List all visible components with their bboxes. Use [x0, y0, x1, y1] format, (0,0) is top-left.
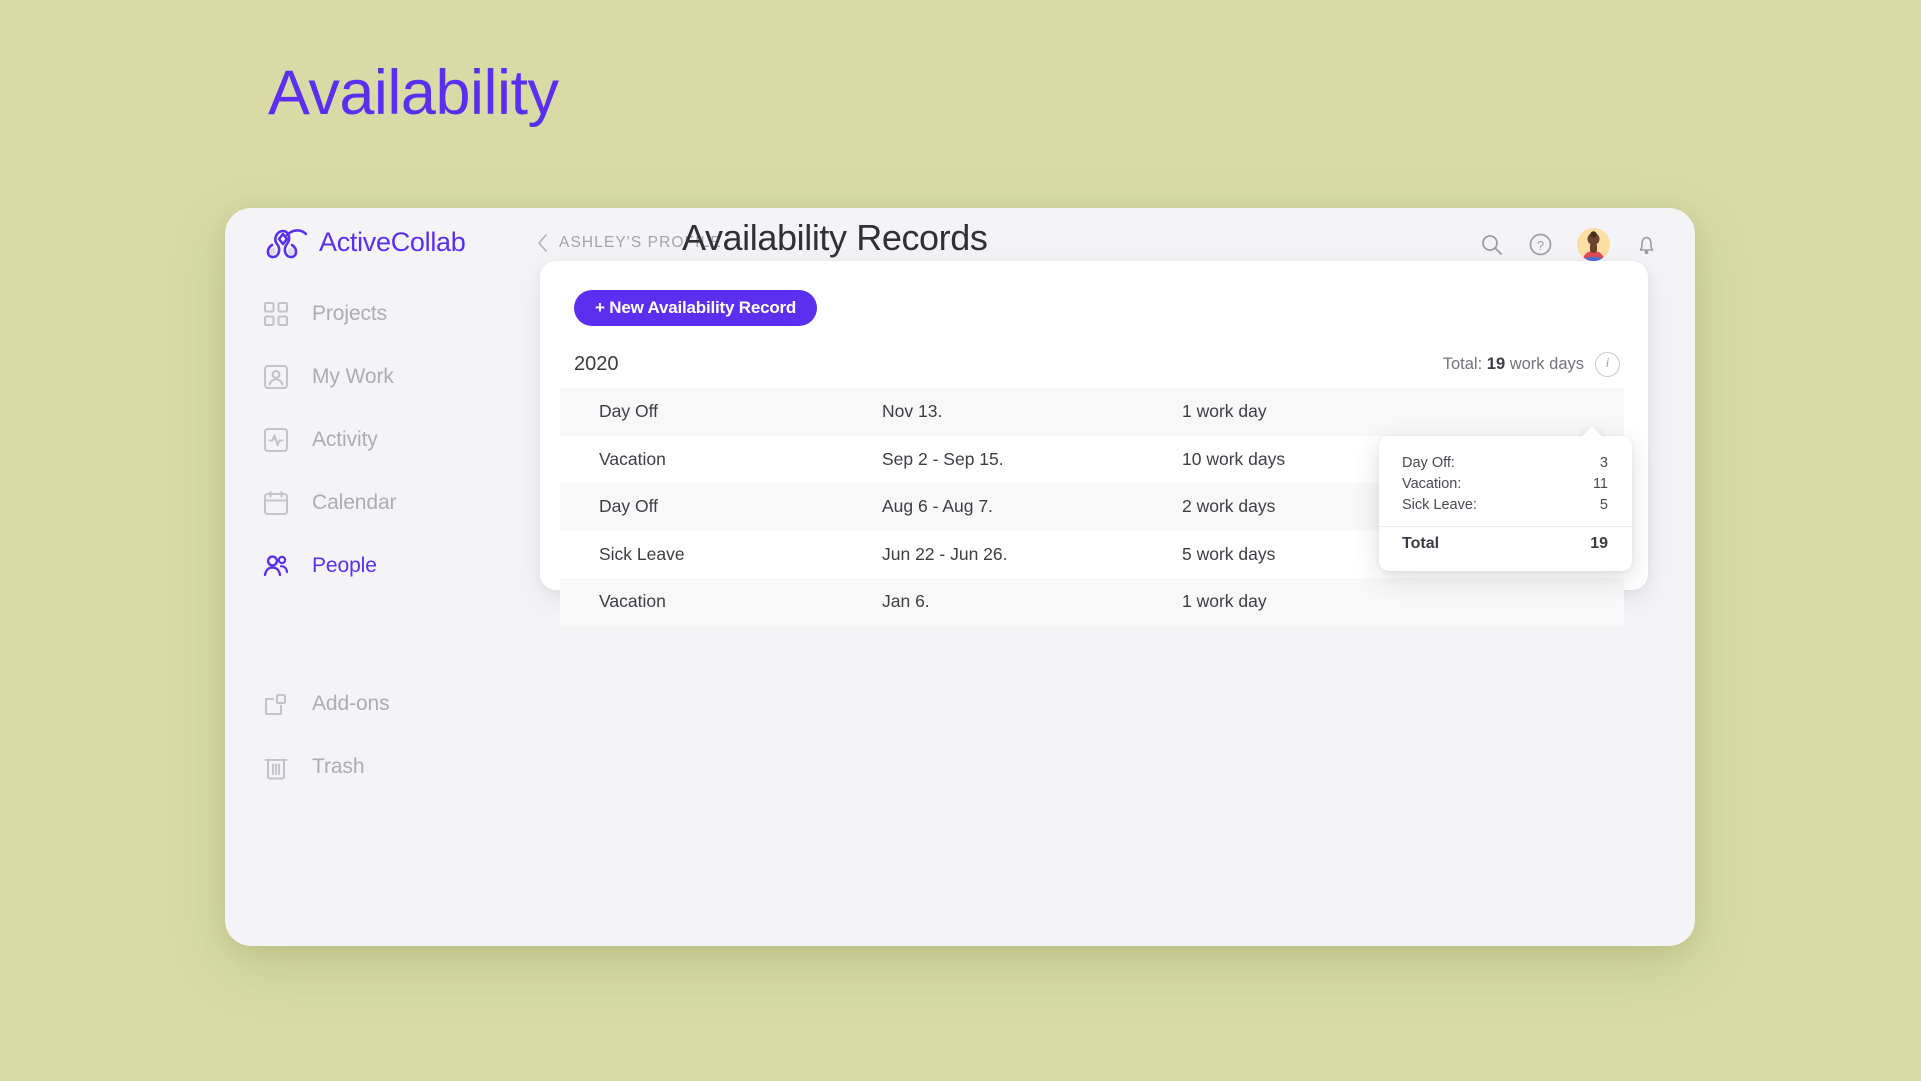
record-dates: Sep 2 - Sep 15.: [882, 449, 1182, 470]
notifications-bell-icon[interactable]: [1634, 232, 1659, 257]
nav-spacer: [225, 635, 475, 680]
info-icon[interactable]: i: [1595, 352, 1620, 377]
record-dates: Nov 13.: [882, 401, 1182, 422]
tooltip-line-value: 11: [1593, 476, 1608, 492]
nav-spacer: [225, 464, 475, 479]
tooltip-line-value: 3: [1600, 455, 1608, 471]
sidebar-item-add-ons[interactable]: Add-ons: [225, 680, 475, 728]
nav-spacer: [225, 401, 475, 416]
record-type: Sick Leave: [599, 544, 882, 565]
total-prefix: Total:: [1443, 355, 1482, 373]
total-work-days-text: Total: 19 work days: [1443, 355, 1584, 374]
nav-spacer: [225, 728, 475, 743]
tooltip-arrow: [1579, 426, 1605, 437]
record-dates: Aug 6 - Aug 7.: [882, 496, 1182, 517]
tooltip-line-label: Vacation:: [1402, 476, 1461, 492]
people-icon: [261, 551, 291, 581]
record-dates: Jun 22 - Jun 26.: [882, 544, 1182, 565]
tooltip-line: Vacation: 11: [1379, 473, 1632, 494]
tooltip-total-label: Total: [1402, 535, 1439, 553]
tooltip-lines: Day Off: 3 Vacation: 11 Sick Leave: 5: [1379, 452, 1632, 515]
help-icon[interactable]: ?: [1528, 232, 1553, 257]
sidebar-item-activity[interactable]: Activity: [225, 416, 475, 464]
page-header-title: Availability Records: [682, 217, 987, 259]
sidebar-item-label: Add-ons: [312, 692, 390, 716]
app-logo[interactable]: ActiveCollab: [263, 222, 465, 262]
tooltip-line: Sick Leave: 5: [1379, 494, 1632, 515]
total-suffix: work days: [1510, 355, 1584, 373]
calendar-icon: [261, 488, 291, 518]
tooltip-total-value: 19: [1590, 535, 1608, 553]
sidebar-item-label: My Work: [312, 365, 394, 389]
record-work-days: 1 work day: [1182, 591, 1624, 612]
record-type: Day Off: [599, 401, 882, 422]
table-row[interactable]: VacationJan 6.1 work day: [560, 578, 1624, 626]
avatar-illustration: [1577, 228, 1610, 261]
tooltip-line-value: 5: [1600, 497, 1608, 513]
user-card-icon: [261, 362, 291, 392]
sidebar: Projects My Work Activity: [225, 290, 475, 946]
nav-spacer: [225, 338, 475, 353]
addons-icon: [261, 689, 291, 719]
activecollab-logo-icon: [263, 222, 309, 262]
nav-spacer: [225, 527, 475, 542]
trash-icon: [261, 752, 291, 782]
record-type: Vacation: [599, 591, 882, 612]
record-type: Vacation: [599, 449, 882, 470]
table-row[interactable]: Day OffNov 13.1 work day: [560, 388, 1624, 436]
header-actions: ?: [1479, 228, 1659, 261]
sidebar-item-label: Projects: [312, 302, 387, 326]
pulse-icon: [261, 425, 291, 455]
sidebar-item-label: Trash: [312, 755, 364, 779]
year-summary-row: 2020 Total: 19 work days i: [574, 347, 1620, 381]
sidebar-item-my-work[interactable]: My Work: [225, 353, 475, 401]
new-availability-record-button[interactable]: + New Availability Record: [574, 290, 817, 326]
record-dates: Jan 6.: [882, 591, 1182, 612]
availability-breakdown-tooltip: Day Off: 3 Vacation: 11 Sick Leave: 5 Total 1…: [1379, 436, 1632, 571]
record-work-days: 1 work day: [1182, 401, 1624, 422]
year-label: 2020: [574, 353, 619, 376]
sidebar-item-people[interactable]: People: [225, 542, 475, 590]
tooltip-total-row: Total 19: [1379, 527, 1632, 561]
total-value: 19: [1487, 355, 1505, 373]
tooltip-line-label: Day Off:: [1402, 455, 1455, 471]
avatar[interactable]: [1577, 228, 1610, 261]
search-icon[interactable]: [1479, 232, 1504, 257]
sidebar-item-label: Calendar: [312, 491, 396, 515]
sidebar-item-label: Activity: [312, 428, 378, 452]
tooltip-line: Day Off: 3: [1379, 452, 1632, 473]
sidebar-item-projects[interactable]: Projects: [225, 290, 475, 338]
sidebar-item-calendar[interactable]: Calendar: [225, 479, 475, 527]
grid-icon: [261, 299, 291, 329]
tooltip-line-label: Sick Leave:: [1402, 497, 1477, 513]
record-type: Day Off: [599, 496, 882, 517]
total-summary: Total: 19 work days i: [1443, 352, 1620, 377]
nav-spacer: [225, 590, 475, 635]
svg-text:?: ?: [1537, 238, 1544, 253]
sidebar-item-trash[interactable]: Trash: [225, 743, 475, 791]
sidebar-item-label: People: [312, 554, 377, 578]
app-logo-text: ActiveCollab: [319, 227, 465, 258]
page-title: Availability: [268, 62, 558, 125]
chevron-left-icon: [536, 233, 549, 253]
